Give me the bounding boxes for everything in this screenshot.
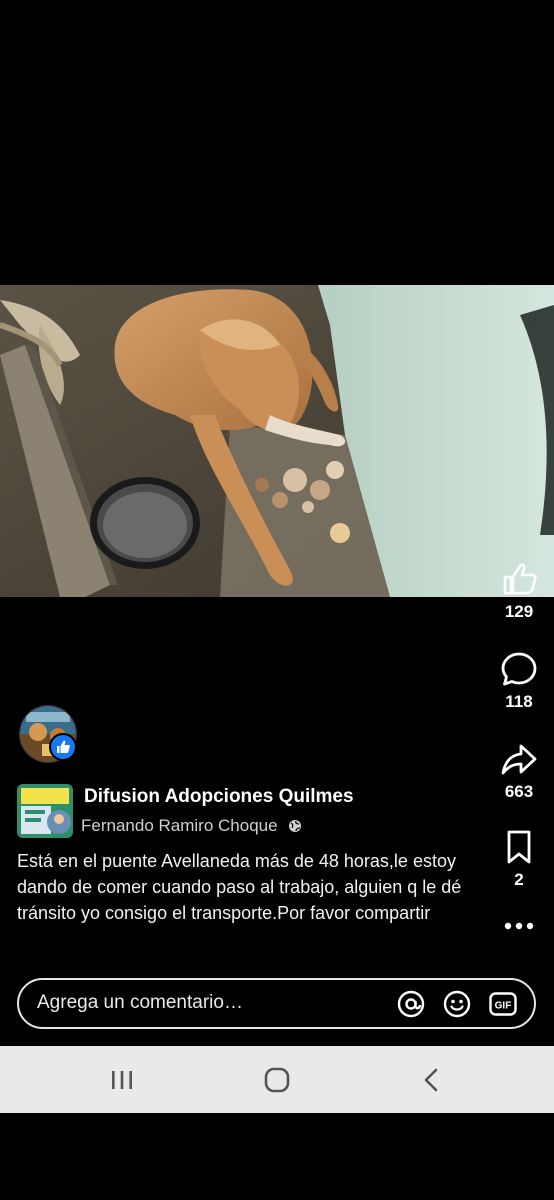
more-options-button[interactable] [490,918,548,939]
video-player[interactable] [0,285,554,597]
author-name[interactable]: Fernando Ramiro Choque [81,816,278,835]
back-icon[interactable] [412,1066,452,1094]
group-name[interactable]: Difusion Adopciones Quilmes [84,786,354,808]
comment-input[interactable] [37,992,377,1014]
author-name-row: Fernando Ramiro Choque [81,816,302,836]
save-button[interactable]: 2 [490,828,548,890]
comment-bar[interactable]: GIF [17,978,536,1029]
recents-icon[interactable] [102,1066,142,1094]
save-count: 2 [514,870,524,889]
speech-bubble-icon [501,652,537,686]
facebook-like-badge-icon [49,733,77,761]
post-author: Difusion Adopciones Quilmes Fernando Ram… [17,784,477,840]
system-navigation-bar [0,1046,554,1113]
at-sign-icon[interactable] [397,990,425,1018]
thumbs-up-icon [503,563,537,595]
like-count: 129 [504,602,534,621]
share-count: 663 [504,782,534,801]
share-arrow-icon [501,744,537,775]
video-frame-image [0,285,554,597]
comment-button[interactable]: 118 [490,650,548,712]
group-avatar[interactable] [17,784,73,838]
comment-count: 118 [505,692,533,711]
bookmark-icon [507,830,531,864]
globe-icon [289,820,302,832]
home-icon[interactable] [257,1066,297,1094]
share-button[interactable]: 663 [490,740,548,802]
gif-icon[interactable]: GIF [489,990,517,1018]
page-avatar[interactable] [19,705,77,763]
post-caption[interactable]: Está en el puente Avellaneda más de 48 h… [17,848,479,926]
more-dots-icon [504,922,534,930]
like-button[interactable]: 129 [490,560,548,622]
emoji-icon[interactable] [443,990,471,1018]
gif-label: GIF [495,1001,512,1012]
